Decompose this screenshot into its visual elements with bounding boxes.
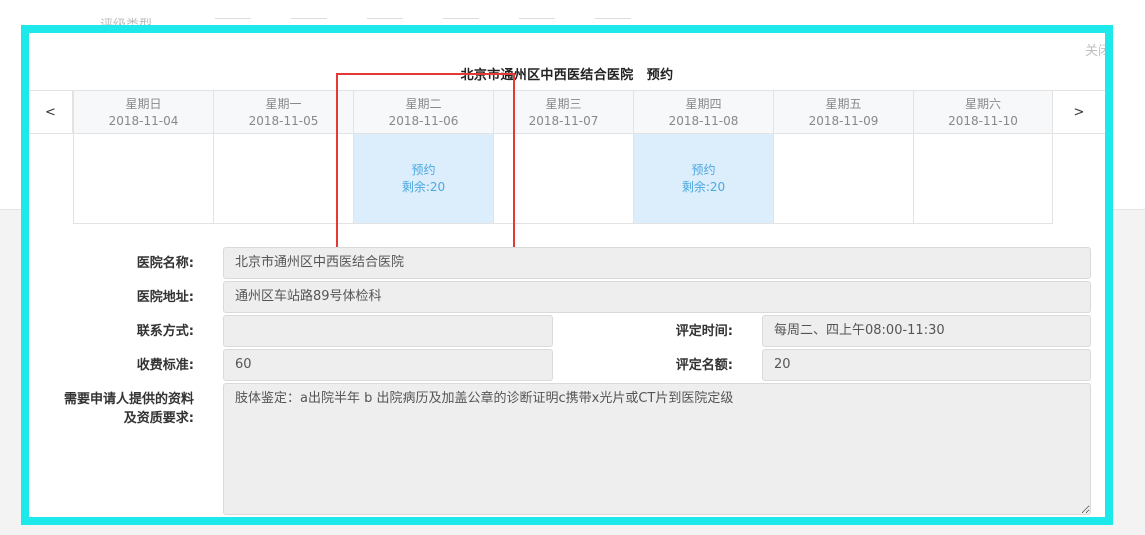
calendar-day-header: 星期二 2018-11-06: [353, 90, 493, 134]
weekday-label: 星期三: [545, 97, 582, 111]
date-label: 2018-11-08: [668, 114, 739, 128]
date-label: 2018-11-06: [388, 114, 459, 128]
date-label: 2018-11-04: [108, 114, 179, 128]
calendar-day-header: 星期六 2018-11-10: [913, 90, 1053, 134]
empty-slot: [913, 134, 1053, 224]
row-requirements: 需要申请人提供的资料 及资质要求:: [29, 383, 1105, 515]
book-action-label: 预约: [691, 162, 716, 177]
calendar-day-header: 星期一 2018-11-05: [213, 90, 353, 134]
hospital-name-label: 医院名称:: [136, 256, 194, 271]
row-contact-time: 联系方式: 评定时间: 每周二、四上午08:00-11:30: [29, 315, 1105, 349]
book-action-label: 预约: [411, 162, 436, 177]
book-slot-button[interactable]: 预约剩余:20: [633, 134, 773, 224]
next-week-button[interactable]: >: [1052, 90, 1105, 134]
appointment-modal-frame: 关闭 北京市通州区中西医结合医院 预约 < 星期日 2018-11-04 星期一 20…: [21, 25, 1113, 525]
empty-slot: [493, 134, 633, 224]
weekday-label: 星期四: [685, 97, 722, 111]
requirements-textarea[interactable]: [223, 383, 1091, 515]
calendar-day-header: 星期五 2018-11-09: [773, 90, 913, 134]
calendar-day-column: 星期四 2018-11-08 预约剩余:20: [633, 90, 773, 224]
modal-title: 北京市通州区中西医结合医院 预约: [460, 68, 674, 83]
contact-label: 联系方式:: [136, 324, 194, 339]
calendar-days: 星期日 2018-11-04 星期一 2018-11-05 星期二 2018-11-06 预…: [73, 90, 1053, 224]
requirements-label: 需要申请人提供的资料 及资质要求:: [63, 392, 194, 426]
eval-quota-field[interactable]: 20: [762, 349, 1091, 381]
hospital-address-field[interactable]: 通州区车站路89号体检科: [223, 281, 1091, 313]
fee-label: 收费标准:: [136, 358, 194, 373]
date-label: 2018-11-05: [248, 114, 319, 128]
empty-slot: [773, 134, 913, 224]
calendar-day-column: 星期六 2018-11-10: [913, 90, 1053, 224]
weekday-label: 星期日: [125, 97, 162, 111]
calendar-day-column: 星期日 2018-11-04: [73, 90, 213, 224]
row-fee-quota: 收费标准: 60 评定名额: 20: [29, 349, 1105, 383]
calendar-day-column: 星期三 2018-11-07: [493, 90, 633, 224]
date-label: 2018-11-07: [528, 114, 599, 128]
eval-time-label: 评定时间:: [675, 324, 733, 339]
hospital-name-field[interactable]: 北京市通州区中西医结合医院: [223, 247, 1091, 279]
calendar-day-header: 星期日 2018-11-04: [73, 90, 213, 134]
weekday-label: 星期六: [964, 97, 1001, 111]
remaining-count-label: 剩余:20: [401, 179, 446, 194]
book-slot-button[interactable]: 预约剩余:20: [353, 134, 493, 224]
row-hospital-name: 医院名称: 北京市通州区中西医结合医院: [29, 247, 1105, 281]
empty-slot: [213, 134, 353, 224]
eval-time-field[interactable]: 每周二、四上午08:00-11:30: [762, 315, 1091, 347]
date-label: 2018-11-10: [948, 114, 1018, 128]
empty-slot: [73, 134, 213, 224]
calendar-day-header: 星期四 2018-11-08: [633, 90, 773, 134]
calendar-day-column: 星期一 2018-11-05: [213, 90, 353, 224]
row-hospital-address: 医院地址: 通州区车站路89号体检科: [29, 281, 1105, 315]
hospital-address-label: 医院地址:: [136, 290, 194, 305]
calendar-day-column: 星期二 2018-11-06 预约剩余:20: [353, 90, 493, 224]
remaining-count-label: 剩余:20: [681, 179, 726, 194]
date-label: 2018-11-09: [808, 114, 879, 128]
weekday-label: 星期二: [405, 97, 442, 111]
close-link[interactable]: 关闭: [1085, 40, 1105, 59]
eval-quota-label: 评定名额:: [675, 358, 733, 373]
prev-week-button[interactable]: <: [29, 90, 73, 134]
fee-field[interactable]: 60: [223, 349, 553, 381]
weekday-label: 星期五: [825, 97, 862, 111]
appointment-modal: 关闭 北京市通州区中西医结合医院 预约 < 星期日 2018-11-04 星期一 20…: [29, 33, 1105, 517]
week-calendar: < 星期日 2018-11-04 星期一 2018-11-05 星期二 2018-11-0…: [29, 90, 1105, 224]
calendar-day-column: 星期五 2018-11-09: [773, 90, 913, 224]
calendar-day-header: 星期三 2018-11-07: [493, 90, 633, 134]
contact-field[interactable]: [223, 315, 553, 347]
weekday-label: 星期一: [265, 97, 302, 111]
